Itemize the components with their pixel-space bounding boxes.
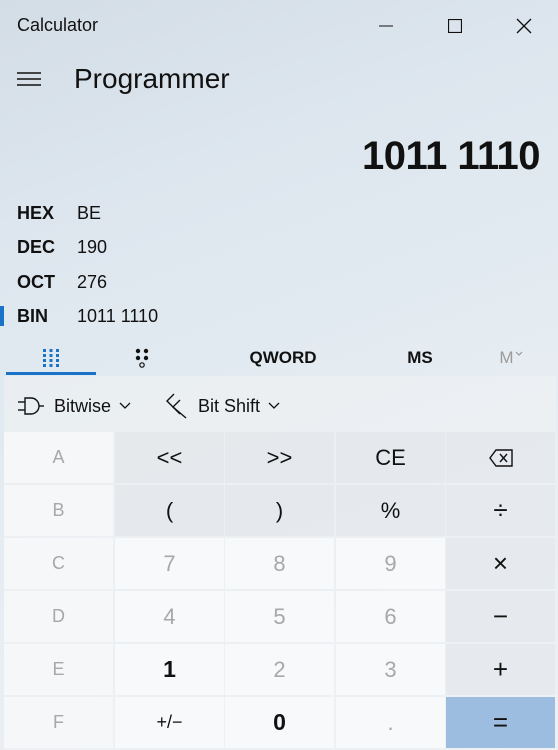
bit-shift-dropdown[interactable]: Bit Shift: [166, 390, 280, 422]
key-equals[interactable]: =: [446, 697, 555, 748]
logic-gate-icon: [18, 397, 44, 415]
key-add[interactable]: +: [446, 644, 555, 695]
selection-indicator: [0, 306, 4, 326]
radix-label: BIN: [17, 305, 48, 326]
keypad-toolbar: QWORD MS M: [0, 340, 558, 376]
key-hex-c[interactable]: C: [4, 538, 113, 589]
backspace-icon: [488, 448, 513, 467]
radix-value: 1011 1110: [77, 305, 159, 326]
title-bar: Calculator: [0, 0, 558, 52]
radix-bin-row[interactable]: BIN 1011 1110: [0, 300, 280, 332]
chevron-down-icon: [119, 402, 131, 409]
key-0[interactable]: 0: [225, 697, 334, 748]
key-subtract[interactable]: −: [446, 591, 555, 642]
maximize-icon: [448, 19, 462, 33]
mode-title: Programmer: [74, 63, 230, 94]
key-left-shift[interactable]: <<: [115, 432, 224, 483]
tab-bit-toggling-keypad[interactable]: [100, 340, 186, 376]
key-5[interactable]: 5: [225, 591, 334, 642]
key-hex-a[interactable]: A: [4, 432, 113, 483]
radix-dec-row[interactable]: DEC 190: [0, 231, 280, 263]
keypad-grid-icon: [43, 349, 59, 367]
key-1[interactable]: 1: [115, 644, 224, 695]
memory-store-button[interactable]: MS: [393, 340, 447, 376]
chevron-down-icon: [515, 351, 523, 356]
close-button[interactable]: [490, 0, 558, 52]
key-decimal[interactable]: .: [336, 697, 445, 748]
radix-oct-row[interactable]: OCT 276: [0, 266, 280, 298]
key-6[interactable]: 6: [336, 591, 445, 642]
chevron-down-icon: [268, 402, 280, 409]
key-2[interactable]: 2: [225, 644, 334, 695]
key-clear-entry[interactable]: CE: [336, 432, 445, 483]
key-open-paren[interactable]: (: [115, 485, 224, 536]
key-3[interactable]: 3: [336, 644, 445, 695]
key-hex-f[interactable]: F: [4, 697, 113, 748]
bit-shift-label: Bit Shift: [198, 395, 261, 416]
key-7[interactable]: 7: [115, 538, 224, 589]
key-divide[interactable]: ÷: [446, 485, 555, 536]
key-8[interactable]: 8: [225, 538, 334, 589]
minimize-icon: [379, 25, 393, 27]
tab-full-keypad[interactable]: [6, 340, 96, 376]
radix-label: HEX: [17, 202, 55, 223]
bitwise-dropdown[interactable]: Bitwise: [18, 390, 131, 422]
memory-list-button[interactable]: M: [486, 340, 536, 376]
key-hex-e[interactable]: E: [4, 644, 113, 695]
radix-value: 276: [77, 271, 108, 292]
key-9[interactable]: 9: [336, 538, 445, 589]
minimize-button[interactable]: [352, 0, 420, 52]
radix-label: OCT: [17, 271, 55, 292]
bit-toggle-icon: [135, 348, 149, 368]
key-hex-d[interactable]: D: [4, 591, 113, 642]
bitwise-label: Bitwise: [54, 395, 112, 416]
radix-hex-row[interactable]: HEX BE: [0, 197, 280, 229]
key-close-paren[interactable]: ): [225, 485, 334, 536]
key-modulo[interactable]: %: [336, 485, 445, 536]
memory-store-label: MS: [407, 348, 433, 367]
navigation-menu-button[interactable]: [8, 62, 50, 96]
operations-row: Bitwise Bit Shift: [4, 380, 556, 432]
app-title: Calculator: [17, 15, 99, 35]
word-size-button[interactable]: QWORD: [236, 340, 330, 376]
key-hex-b[interactable]: B: [4, 485, 113, 536]
close-icon: [516, 18, 532, 34]
result-display: 1011 1110: [362, 134, 540, 178]
radix-value: BE: [77, 202, 102, 223]
key-4[interactable]: 4: [115, 591, 224, 642]
key-negate[interactable]: +/−: [115, 697, 224, 748]
word-size-label: QWORD: [249, 348, 317, 367]
key-right-shift[interactable]: >>: [225, 432, 334, 483]
radix-value: 190: [77, 236, 108, 257]
key-backspace[interactable]: [446, 432, 555, 483]
memory-list-label: M: [499, 348, 514, 367]
bit-shift-icon: [166, 393, 187, 419]
hamburger-icon: [17, 72, 41, 86]
key-multiply[interactable]: ×: [446, 538, 555, 589]
active-tab-indicator: [6, 372, 96, 375]
radix-label: DEC: [17, 236, 56, 257]
maximize-button[interactable]: [421, 0, 489, 52]
